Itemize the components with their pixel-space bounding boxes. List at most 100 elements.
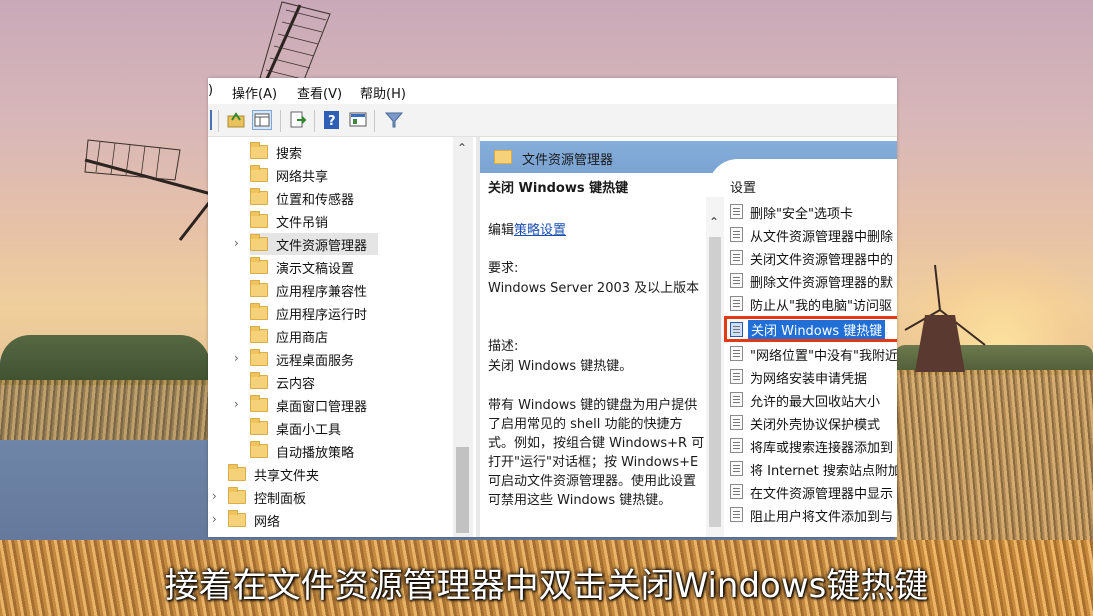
menu-bar: ) 操作(A) 查看(V) 帮助(H) bbox=[208, 78, 897, 104]
tree-item[interactable]: 搜索 bbox=[250, 141, 450, 163]
toolbar-separator bbox=[280, 110, 281, 132]
folder-icon bbox=[250, 234, 268, 251]
policy-setting-icon bbox=[730, 227, 743, 242]
toolbar: ? bbox=[208, 104, 897, 137]
export-list-icon[interactable] bbox=[288, 110, 308, 130]
folder-icon bbox=[250, 326, 268, 343]
scroll-up-icon[interactable]: ⌃ bbox=[709, 215, 719, 229]
folder-icon bbox=[250, 418, 268, 435]
policy-setting-icon bbox=[730, 507, 743, 522]
policy-setting-icon bbox=[730, 204, 743, 219]
setting-item[interactable]: 关闭外壳协议保护模式 bbox=[730, 412, 897, 434]
edit-policy-link[interactable]: 策略设置 bbox=[514, 223, 566, 238]
setting-item[interactable]: 从文件资源管理器中删除 bbox=[730, 224, 897, 246]
tree-item[interactable]: 远程桌面服务 bbox=[250, 348, 450, 370]
policy-setting-icon bbox=[730, 369, 743, 384]
policy-setting-icon bbox=[730, 250, 743, 265]
scroll-up-icon[interactable]: ⌃ bbox=[457, 141, 467, 155]
filter-icon[interactable] bbox=[384, 110, 404, 130]
tree-item[interactable]: 应用商店 bbox=[250, 325, 450, 347]
folder-icon bbox=[250, 211, 268, 228]
tree-item[interactable]: 演示文稿设置 bbox=[250, 256, 450, 278]
description-scrollbar[interactable]: ⌃ bbox=[706, 197, 724, 537]
policy-setting-icon bbox=[730, 346, 743, 361]
tree-item[interactable]: 文件吊销 bbox=[250, 210, 450, 232]
policy-setting-icon bbox=[730, 322, 743, 337]
setting-item[interactable]: "网络位置"中没有"我附近 bbox=[730, 343, 897, 365]
requirements-text: Windows Server 2003 及以上版本 bbox=[488, 281, 700, 296]
group-policy-editor-window: ) 操作(A) 查看(V) 帮助(H) ? 搜索 网络共享 位置和传感器 文件吊… bbox=[208, 78, 897, 537]
setting-item[interactable]: 阻止用户将文件添加到与 bbox=[730, 504, 897, 526]
folder-icon bbox=[250, 441, 268, 458]
tree-item[interactable]: 共享文件夹 bbox=[228, 463, 448, 485]
details-header-title: 文件资源管理器 bbox=[522, 153, 614, 168]
policy-title: 关闭 Windows 键热键 bbox=[488, 181, 629, 196]
menu-action[interactable]: 操作(A) bbox=[232, 83, 277, 102]
tree-item[interactable]: 控制面板 bbox=[228, 486, 448, 508]
folder-icon bbox=[250, 257, 268, 274]
policy-setting-icon bbox=[730, 296, 743, 311]
toolbar-separator bbox=[374, 110, 375, 132]
chevron-right-icon[interactable]: › bbox=[212, 512, 217, 526]
setting-item[interactable]: 将 Internet 搜索站点附加 bbox=[730, 458, 897, 480]
setting-item[interactable]: 将库或搜索连接器添加到 bbox=[730, 435, 897, 457]
details-pane: 文件资源管理器 关闭 Windows 键热键 编辑策略设置 要求: Window… bbox=[480, 137, 897, 537]
policy-setting-icon bbox=[730, 273, 743, 288]
menu-help[interactable]: 帮助(H) bbox=[360, 83, 406, 102]
tree-item-file-explorer[interactable]: 文件资源管理器 bbox=[250, 233, 378, 255]
tree-item[interactable]: 网络 bbox=[228, 509, 448, 531]
svg-text:?: ? bbox=[328, 114, 336, 129]
show-hide-tree-icon[interactable] bbox=[252, 110, 272, 130]
tree-item[interactable]: 应用程序运行时 bbox=[250, 302, 450, 324]
tree-item[interactable]: 桌面小工具 bbox=[250, 417, 450, 439]
edit-line: 编辑策略设置 bbox=[488, 223, 567, 238]
folder-icon bbox=[250, 349, 268, 366]
folder-icon bbox=[250, 303, 268, 320]
tree-item[interactable]: 网络共享 bbox=[250, 164, 450, 186]
setting-item[interactable]: 删除文件资源管理器的默 bbox=[730, 270, 897, 292]
description-short: 关闭 Windows 键热键。 bbox=[488, 359, 633, 374]
folder-icon bbox=[228, 464, 246, 481]
folder-icon bbox=[250, 165, 268, 182]
settings-column-header[interactable]: 设置 bbox=[730, 177, 756, 196]
video-subtitle: 接着在文件资源管理器中双击关闭Windows键热键 bbox=[164, 566, 929, 606]
policy-setting-icon bbox=[730, 438, 743, 453]
setting-item-disable-windows-hotkeys[interactable]: 关闭 Windows 键热键 bbox=[724, 316, 897, 342]
tree-item[interactable]: 自动播放策略 bbox=[250, 440, 450, 462]
properties-icon[interactable] bbox=[348, 110, 368, 130]
menu-partial[interactable]: ) bbox=[208, 83, 213, 98]
policy-setting-icon bbox=[730, 415, 743, 430]
setting-item[interactable]: 关闭文件资源管理器中的 bbox=[730, 247, 897, 269]
toolbar-separator bbox=[314, 110, 315, 132]
tree-item[interactable]: 应用程序兼容性 bbox=[250, 279, 450, 301]
tree-item[interactable]: 云内容 bbox=[250, 371, 450, 393]
scrollbar-thumb[interactable] bbox=[709, 237, 721, 527]
description-long: 带有 Windows 键的键盘为用户提供了启用常见的 shell 功能的快捷方式… bbox=[488, 398, 705, 508]
menu-view[interactable]: 查看(V) bbox=[297, 83, 342, 102]
setting-item[interactable]: 删除"安全"选项卡 bbox=[730, 201, 897, 223]
setting-item[interactable]: 防止从"我的电脑"访问驱 bbox=[730, 293, 897, 315]
setting-item[interactable]: 允许的最大回收站大小 bbox=[730, 389, 897, 411]
up-folder-icon[interactable] bbox=[226, 110, 246, 130]
chevron-right-icon[interactable]: › bbox=[234, 397, 239, 411]
folder-icon bbox=[250, 395, 268, 412]
description-label: 描述: bbox=[488, 339, 519, 354]
scrollbar-thumb[interactable] bbox=[456, 447, 469, 533]
forward-arrow-icon[interactable] bbox=[208, 110, 212, 130]
folder-icon bbox=[250, 280, 268, 297]
tree-item[interactable]: 位置和传感器 bbox=[250, 187, 450, 209]
tree-item[interactable]: 桌面窗口管理器 bbox=[250, 394, 450, 416]
folder-icon bbox=[250, 188, 268, 205]
chevron-right-icon[interactable]: › bbox=[234, 236, 239, 250]
policy-setting-icon bbox=[730, 392, 743, 407]
folder-icon bbox=[228, 487, 246, 504]
tree-scrollbar[interactable]: ⌃ bbox=[453, 137, 473, 537]
folder-icon bbox=[228, 510, 246, 527]
help-icon[interactable]: ? bbox=[322, 110, 342, 130]
chevron-right-icon[interactable]: › bbox=[234, 351, 239, 365]
setting-item[interactable]: 在文件资源管理器中显示 bbox=[730, 481, 897, 503]
chevron-right-icon[interactable]: › bbox=[212, 489, 217, 503]
settings-list: 设置 删除"安全"选项卡 从文件资源管理器中删除 关闭文件资源管理器中的 删除文… bbox=[724, 177, 897, 537]
setting-item[interactable]: 为网络安装申请凭据 bbox=[730, 366, 897, 388]
policy-setting-icon bbox=[730, 484, 743, 499]
